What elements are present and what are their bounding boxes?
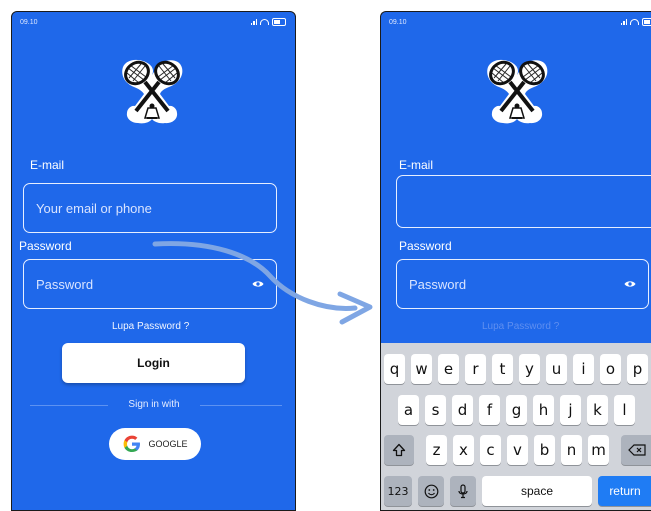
status-icons [251, 18, 287, 26]
return-key[interactable]: return [598, 476, 651, 506]
key-h[interactable]: h [533, 395, 554, 425]
password-placeholder: Password [36, 277, 93, 292]
key-p[interactable]: p [627, 354, 648, 384]
password-label: Password [399, 239, 452, 253]
key-j[interactable]: j [560, 395, 581, 425]
numbers-key[interactable]: 123 [384, 476, 412, 506]
status-icons [621, 18, 651, 26]
email-placeholder: Your email or phone [36, 201, 152, 216]
google-logo-icon [122, 434, 142, 454]
microphone-icon [457, 484, 469, 499]
microphone-key[interactable] [450, 476, 476, 506]
signal-icon [251, 19, 258, 25]
badminton-logo-icon [117, 56, 187, 126]
key-z[interactable]: z [426, 435, 447, 465]
transition-arrow-icon [150, 236, 390, 326]
key-a[interactable]: a [398, 395, 419, 425]
key-b[interactable]: b [534, 435, 555, 465]
wifi-icon [630, 19, 639, 25]
emoji-icon [424, 484, 439, 499]
key-y[interactable]: y [519, 354, 540, 384]
status-time: 09.10 [389, 19, 407, 26]
shift-arrow-icon [392, 443, 406, 457]
wifi-icon [260, 19, 269, 25]
key-e[interactable]: e [438, 354, 459, 384]
key-m[interactable]: m [588, 435, 609, 465]
email-label: E-mail [399, 158, 433, 172]
key-l[interactable]: l [614, 395, 635, 425]
password-input[interactable]: Password [396, 259, 649, 309]
email-input[interactable]: Your email or phone [23, 183, 277, 233]
divider-left [30, 405, 108, 406]
status-time: 09.10 [20, 19, 38, 26]
key-i[interactable]: i [573, 354, 594, 384]
key-t[interactable]: t [492, 354, 513, 384]
space-key[interactable]: space [482, 476, 592, 506]
on-screen-keyboard: q w e r t y u i o p a s d f g h j k l z … [381, 343, 651, 510]
key-d[interactable]: d [452, 395, 473, 425]
eye-icon[interactable] [624, 280, 636, 288]
key-c[interactable]: c [480, 435, 501, 465]
forgot-password-link[interactable]: Lupa Password ? [482, 321, 559, 332]
login-screen-right: 09.10 E-mail Password Password [380, 11, 651, 511]
backspace-key[interactable] [621, 435, 651, 465]
key-q[interactable]: q [384, 354, 405, 384]
key-s[interactable]: s [425, 395, 446, 425]
key-k[interactable]: k [587, 395, 608, 425]
email-input[interactable] [396, 175, 651, 228]
key-o[interactable]: o [600, 354, 621, 384]
password-label: Password [19, 239, 72, 253]
battery-icon [272, 18, 286, 26]
key-f[interactable]: f [479, 395, 500, 425]
emoji-key[interactable] [418, 476, 444, 506]
google-signin-button[interactable]: GOOGLE [109, 428, 201, 460]
divider-right [200, 405, 282, 406]
sign-in-with-label: Sign in with [108, 399, 200, 410]
shift-key[interactable] [384, 435, 414, 465]
backspace-icon [628, 444, 646, 456]
key-w[interactable]: w [411, 354, 432, 384]
key-r[interactable]: r [465, 354, 486, 384]
key-v[interactable]: v [507, 435, 528, 465]
google-button-label: GOOGLE [148, 439, 187, 449]
key-n[interactable]: n [561, 435, 582, 465]
password-placeholder: Password [409, 277, 466, 292]
key-g[interactable]: g [506, 395, 527, 425]
badminton-logo-icon [482, 56, 552, 126]
key-u[interactable]: u [546, 354, 567, 384]
key-x[interactable]: x [453, 435, 474, 465]
email-label: E-mail [30, 158, 64, 172]
battery-icon [642, 18, 651, 26]
signal-icon [621, 19, 628, 25]
login-button[interactable]: Login [62, 343, 245, 383]
